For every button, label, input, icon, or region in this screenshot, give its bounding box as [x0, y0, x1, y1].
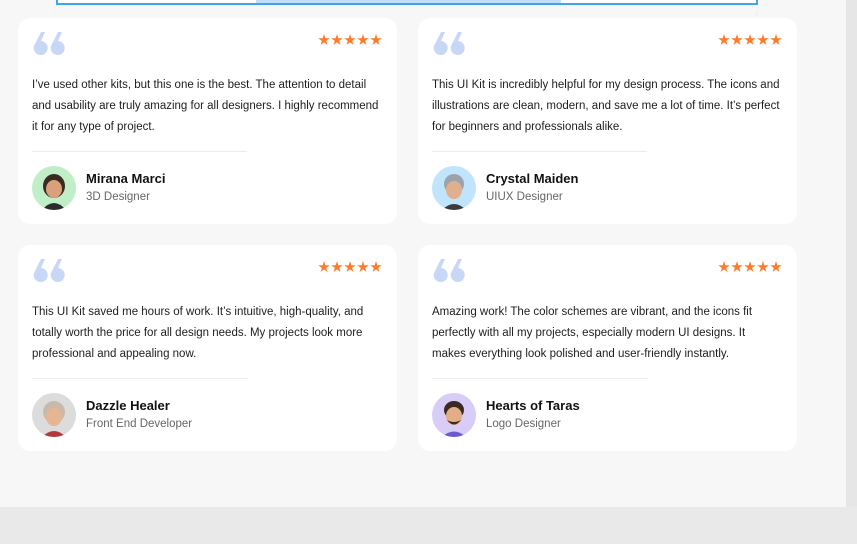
- star-icon: [331, 34, 343, 45]
- testimonial-text: This UI Kit is incredibly helpful for my…: [432, 79, 780, 133]
- star-icon: [318, 34, 330, 45]
- star-icon: [718, 261, 730, 272]
- star-icon: [370, 34, 382, 45]
- star-icon: [344, 34, 356, 45]
- rating-stars: [718, 261, 782, 273]
- author-role: Front End Developer: [86, 418, 193, 430]
- star-icon: [757, 34, 769, 45]
- quote-icon: [433, 259, 465, 282]
- testimonial-card: This UI Kit is incredibly helpful for my…: [418, 18, 797, 224]
- top-tab-bar: [56, 0, 758, 5]
- divider: [32, 151, 247, 152]
- testimonial-card: This UI Kit saved me hours of work. It’s…: [18, 245, 397, 451]
- star-icon: [744, 261, 756, 272]
- star-icon: [357, 34, 369, 45]
- author-name: Hearts of Taras: [486, 398, 580, 413]
- star-icon: [718, 34, 730, 45]
- star-icon: [757, 261, 769, 272]
- star-icon: [331, 261, 343, 272]
- star-icon: [357, 261, 369, 272]
- divider: [432, 151, 647, 152]
- star-icon: [731, 34, 743, 45]
- testimonial-text: I’ve used other kits, but this one is th…: [32, 79, 379, 133]
- author-role: Logo Designer: [486, 418, 561, 430]
- author-role: 3D Designer: [86, 191, 150, 203]
- author-name: Dazzle Healer: [86, 398, 170, 413]
- testimonials-section: I’ve used other kits, but this one is th…: [0, 0, 846, 507]
- quote-icon: [33, 32, 65, 55]
- star-icon: [370, 261, 382, 272]
- divider: [32, 378, 247, 379]
- active-tab-segment[interactable]: [256, 0, 561, 3]
- avatar: [32, 393, 76, 437]
- testimonial-text: This UI Kit saved me hours of work. It’s…: [32, 306, 364, 360]
- rating-stars: [318, 34, 382, 46]
- testimonial-card: Amazing work! The color schemes are vibr…: [418, 245, 797, 451]
- testimonial-text: Amazing work! The color schemes are vibr…: [432, 306, 753, 360]
- star-icon: [731, 261, 743, 272]
- scrollbar[interactable]: [846, 0, 857, 507]
- star-icon: [344, 261, 356, 272]
- star-icon: [744, 34, 756, 45]
- quote-icon: [33, 259, 65, 282]
- quote-icon: [433, 32, 465, 55]
- star-icon: [770, 261, 782, 272]
- rating-stars: [718, 34, 782, 46]
- avatar: [432, 166, 476, 210]
- testimonial-card: I’ve used other kits, but this one is th…: [18, 18, 397, 224]
- rating-stars: [318, 261, 382, 273]
- avatar: [32, 166, 76, 210]
- divider: [432, 378, 647, 379]
- avatar: [432, 393, 476, 437]
- author-role: UIUX Designer: [486, 191, 563, 203]
- star-icon: [770, 34, 782, 45]
- author-name: Mirana Marci: [86, 171, 166, 186]
- star-icon: [318, 261, 330, 272]
- author-name: Crystal Maiden: [486, 171, 579, 186]
